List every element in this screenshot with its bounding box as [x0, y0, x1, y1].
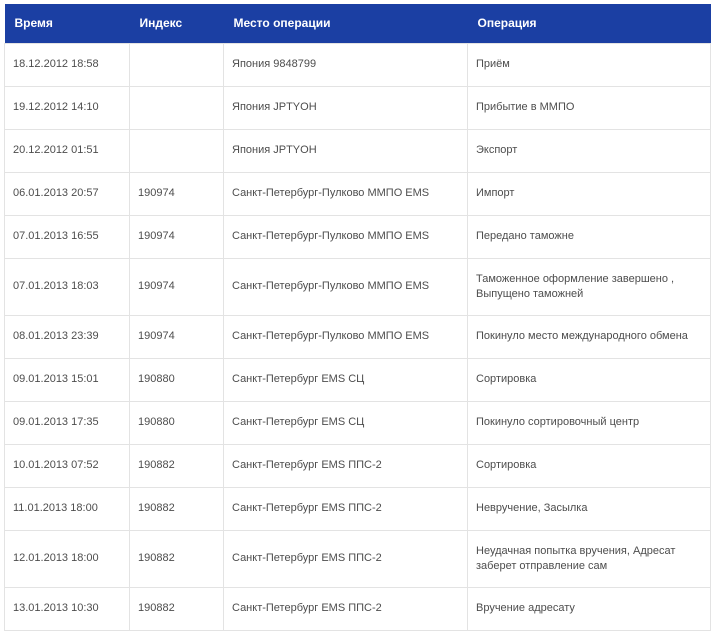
cell-time: 09.01.2013 15:01: [4, 357, 130, 402]
table-row: 19.12.2012 14:10 Япония JPTYOH Прибытие в …: [4, 85, 711, 130]
column-header-time: Время: [14, 16, 53, 31]
cell-index: 190974: [129, 314, 224, 359]
cell-time: 12.01.2013 18:00: [4, 529, 130, 588]
table-row: 06.01.2013 20:57 190974 Санкт-Петербург-Пу…: [4, 171, 711, 216]
cell-operation: Передано таможне: [467, 214, 711, 259]
cell-index: 190882: [129, 529, 224, 588]
cell-place: Япония JPTYOH: [223, 85, 468, 130]
cell-place: Япония 9848799: [223, 42, 468, 87]
cell-operation: Приём: [467, 42, 711, 87]
cell-index: [129, 42, 224, 87]
cell-time: 19.12.2012 14:10: [4, 85, 130, 130]
cell-place: Санкт-Петербург EMS ППС-2: [223, 586, 468, 631]
cell-operation: Таможенное оформление завершено , Выпуще…: [467, 257, 711, 316]
cell-place: Санкт-Петербург EMS СЦ: [223, 400, 468, 445]
cell-time: 07.01.2013 18:03: [4, 257, 130, 316]
cell-time: 18.12.2012 18:58: [4, 42, 130, 87]
cell-place: Санкт-Петербург EMS ППС-2: [223, 443, 468, 488]
table-row: 18.12.2012 18:58 Япония 9848799 Приём: [4, 42, 711, 87]
table-row: 09.01.2013 15:01 190880 Санкт-Петербург EM…: [4, 357, 711, 402]
cell-index: 190974: [129, 214, 224, 259]
cell-time: 06.01.2013 20:57: [4, 171, 130, 216]
table-row: 11.01.2013 18:00 190882 Санкт-Петербург EM…: [4, 486, 711, 531]
table-header-row: Время Индекс Место операции Операция: [4, 4, 711, 43]
cell-index: 190882: [129, 443, 224, 488]
cell-time: 09.01.2013 17:35: [4, 400, 130, 445]
cell-index: 190880: [129, 357, 224, 402]
table-row: 07.01.2013 18:03 190974 Санкт-Петербург-Пу…: [4, 257, 711, 316]
cell-operation: Прибытие в ММПО: [467, 85, 711, 130]
table-row: 10.01.2013 07:52 190882 Санкт-Петербург EM…: [4, 443, 711, 488]
cell-time: 10.01.2013 07:52: [4, 443, 130, 488]
table-row: 12.01.2013 18:00 190882 Санкт-Петербург EM…: [4, 529, 711, 588]
cell-index: 190974: [129, 257, 224, 316]
table-header: Время Индекс Место операции Операция: [4, 4, 711, 43]
cell-operation: Вручение адресату: [467, 586, 711, 631]
table-body: 18.12.2012 18:58 Япония 9848799 Приём 19.12…: [4, 42, 711, 631]
cell-time: 13.01.2013 10:30: [4, 586, 130, 631]
cell-operation: Невручение, Засылка: [467, 486, 711, 531]
cell-index: 190880: [129, 400, 224, 445]
table-row: 20.12.2012 01:51 Япония JPTYOH Экспорт: [4, 128, 711, 173]
cell-place: Санкт-Петербург-Пулково ММПО EMS: [223, 314, 468, 359]
cell-time: 07.01.2013 16:55: [4, 214, 130, 259]
table-row: 13.01.2013 10:30 190882 Санкт-Петербург EM…: [4, 586, 711, 631]
cell-index: [129, 128, 224, 173]
column-header-operation: Операция: [477, 16, 537, 31]
cell-operation: Неудачная попытка вручения, Адресат забе…: [467, 529, 711, 588]
cell-index: 190882: [129, 486, 224, 531]
cell-place: Санкт-Петербург-Пулково ММПО EMS: [223, 214, 468, 259]
cell-operation: Экспорт: [467, 128, 711, 173]
cell-operation: Сортировка: [467, 443, 711, 488]
cell-place: Санкт-Петербург EMS СЦ: [223, 357, 468, 402]
cell-time: 11.01.2013 18:00: [4, 486, 130, 531]
column-header-index: Индекс: [139, 16, 183, 31]
cell-place: Санкт-Петербург EMS ППС-2: [223, 529, 468, 588]
table-row: 07.01.2013 16:55 190974 Санкт-Петербург-Пу…: [4, 214, 711, 259]
table-row: 08.01.2013 23:39 190974 Санкт-Петербург-Пу…: [4, 314, 711, 359]
cell-time: 20.12.2012 01:51: [4, 128, 130, 173]
table-row: 09.01.2013 17:35 190880 Санкт-Петербург EM…: [4, 400, 711, 445]
cell-place: Санкт-Петербург-Пулково ММПО EMS: [223, 171, 468, 216]
cell-place: Санкт-Петербург EMS ППС-2: [223, 486, 468, 531]
cell-index: [129, 85, 224, 130]
cell-operation: Покинуло место международного обмена: [467, 314, 711, 359]
cell-operation: Покинуло сортировочный центр: [467, 400, 711, 445]
cell-place: Япония JPTYOH: [223, 128, 468, 173]
tracking-history-table: Время Индекс Место операции Операция 18.…: [4, 4, 711, 631]
column-header-place: Место операции: [233, 16, 331, 31]
cell-operation: Импорт: [467, 171, 711, 216]
cell-index: 190882: [129, 586, 224, 631]
cell-place: Санкт-Петербург-Пулково ММПО EMS: [223, 257, 468, 316]
cell-operation: Сортировка: [467, 357, 711, 402]
cell-time: 08.01.2013 23:39: [4, 314, 130, 359]
cell-index: 190974: [129, 171, 224, 216]
